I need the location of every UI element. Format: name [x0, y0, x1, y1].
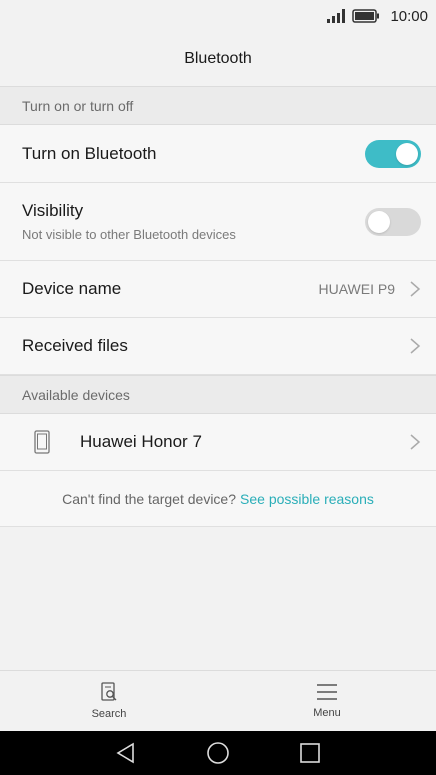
- section-header-toggle: Turn on or turn off: [0, 86, 436, 125]
- visibility-row[interactable]: Visibility Not visible to other Bluetoot…: [0, 183, 436, 261]
- phone-icon: [34, 430, 50, 454]
- search-button[interactable]: Search: [0, 671, 218, 731]
- status-bar: 10:00: [0, 0, 436, 32]
- status-time: 10:00: [390, 7, 428, 25]
- switch-knob: [368, 210, 390, 233]
- device-name-label: Device name: [22, 279, 122, 298]
- home-icon[interactable]: [206, 741, 230, 765]
- visibility-status: Not visible to other Bluetooth devices: [22, 227, 236, 242]
- device-name-row[interactable]: Device name HUAWEI P9: [0, 261, 436, 318]
- help-text: Can't find the target device?: [62, 490, 237, 507]
- received-files-row[interactable]: Received files: [0, 318, 436, 375]
- section-header-available: Available devices: [0, 375, 436, 414]
- visibility-switch[interactable]: [365, 207, 421, 236]
- page-title: Bluetooth: [184, 50, 252, 67]
- visibility-label: Visibility: [22, 201, 84, 220]
- search-label: Search: [91, 708, 127, 720]
- device-list-item[interactable]: Huawei Honor 7: [0, 414, 436, 471]
- chevron-right-icon: [410, 434, 421, 450]
- signal-icon: [327, 9, 346, 23]
- device-name-right: HUAWEI P9: [319, 280, 422, 298]
- system-nav-bar: [0, 731, 436, 775]
- chevron-right-icon: [410, 338, 421, 354]
- menu-icon: [317, 684, 337, 700]
- chevron-right-icon: [410, 281, 421, 297]
- bluetooth-switch[interactable]: [365, 139, 421, 168]
- switch-knob: [396, 142, 418, 165]
- bluetooth-toggle-label: Turn on Bluetooth: [22, 143, 157, 163]
- battery-icon: [352, 9, 380, 23]
- received-files-label: Received files: [22, 336, 128, 355]
- menu-button[interactable]: Menu: [218, 671, 436, 731]
- device-name: Huawei Honor 7: [80, 432, 202, 451]
- help-row: Can't find the target device? See possib…: [0, 471, 436, 527]
- menu-label: Menu: [313, 707, 341, 719]
- device-info: Huawei Honor 7: [34, 430, 202, 454]
- possible-reasons-link[interactable]: See possible reasons: [240, 491, 374, 507]
- visibility-text: Visibility Not visible to other Bluetoot…: [22, 201, 236, 242]
- bottom-action-bar: Search Menu: [0, 670, 436, 731]
- device-name-value: HUAWEI P9: [318, 281, 396, 297]
- app-header: Bluetooth: [0, 32, 436, 86]
- search-device-icon: [101, 682, 117, 701]
- bluetooth-toggle-row[interactable]: Turn on Bluetooth: [0, 125, 436, 183]
- back-icon[interactable]: [115, 742, 137, 764]
- recents-icon[interactable]: [299, 742, 321, 764]
- settings-list: Turn on or turn off Turn on Bluetooth Vi…: [0, 86, 436, 670]
